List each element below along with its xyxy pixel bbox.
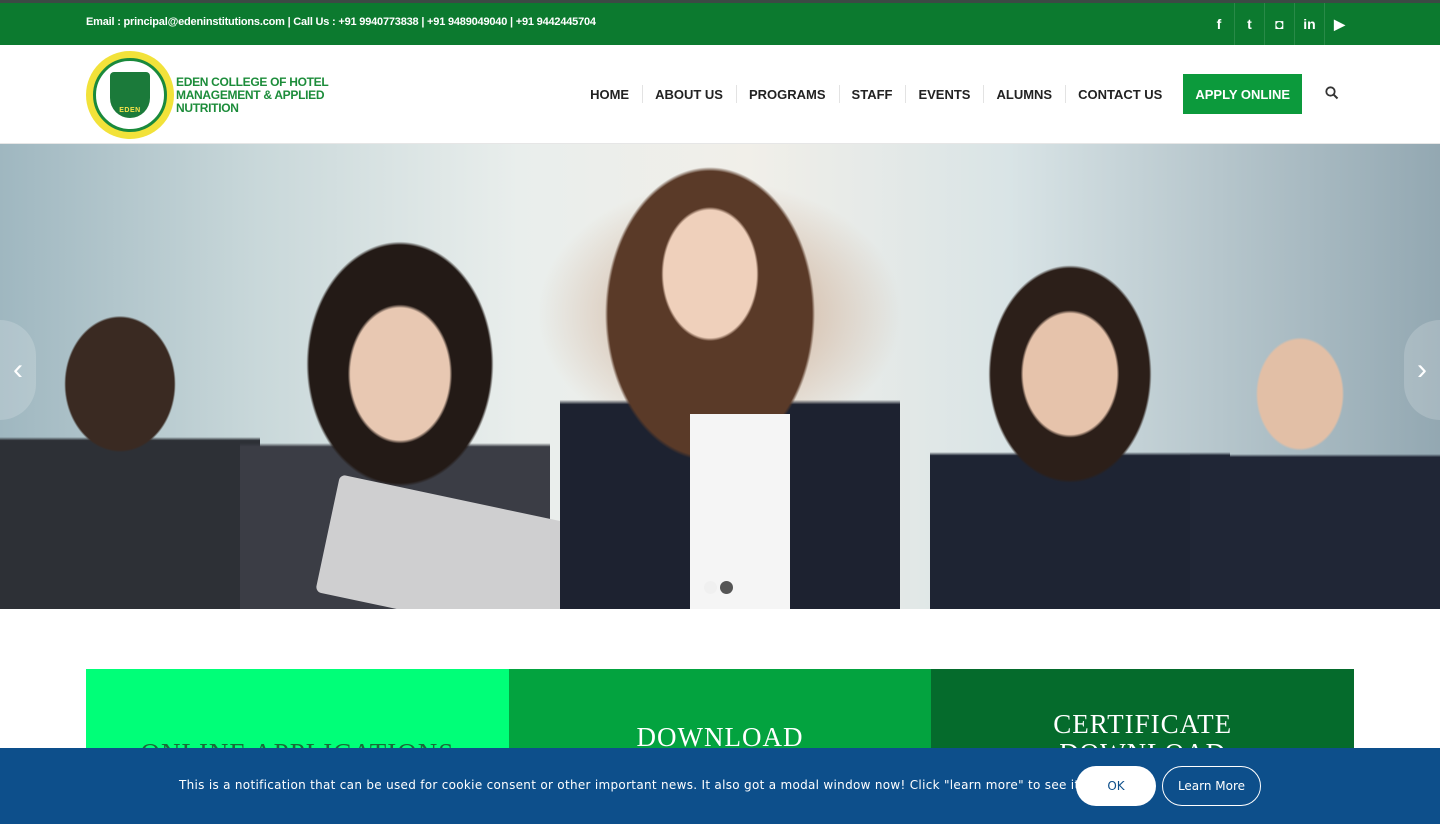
search-icon[interactable] (1324, 85, 1340, 101)
cookie-ok-button[interactable]: OK (1076, 766, 1156, 806)
cookie-message: This is a notification that can be used … (179, 778, 1085, 792)
logo-line-2: MANAGEMENT & APPLIED NUTRITION (176, 87, 325, 115)
logo-line-1: EDEN COLLEGE OF HOTEL (176, 74, 329, 89)
top-bar: Email : principal@edeninstitutions.com |… (0, 0, 1440, 45)
contact-info: Email : principal@edeninstitutions.com |… (86, 16, 596, 28)
instagram-icon[interactable]: ◘ (1264, 3, 1294, 45)
linkedin-icon[interactable]: in (1294, 3, 1324, 45)
social-links: f t ◘ in ▶ (1204, 3, 1354, 45)
nav-alumns[interactable]: ALUMNS (983, 74, 1065, 114)
nav-contact-us[interactable]: CONTACT US (1065, 74, 1175, 114)
youtube-icon[interactable]: ▶ (1324, 3, 1354, 45)
nav-home[interactable]: HOME (577, 74, 642, 114)
nav-programs[interactable]: PROGRAMS (735, 74, 839, 114)
nav-about-us[interactable]: ABOUT US (642, 74, 736, 114)
logo-badge: EDEN (119, 107, 141, 114)
apply-online-button[interactable]: APPLY ONLINE (1183, 74, 1302, 114)
logo-text: EDEN COLLEGE OF HOTEL MANAGEMENT & APPLI… (176, 74, 386, 115)
slider-dot-1[interactable] (704, 581, 717, 594)
twitter-icon[interactable]: t (1234, 3, 1264, 45)
site-logo[interactable]: EDEN EDEN COLLEGE OF HOTEL MANAGEMENT & … (86, 48, 386, 142)
nav-staff[interactable]: STAFF (838, 74, 906, 114)
cookie-notice-bar: This is a notification that can be used … (0, 748, 1440, 824)
slider-dot-2[interactable] (720, 581, 733, 594)
cookie-learn-more-button[interactable]: Learn More (1162, 766, 1261, 806)
hero-slider: ‹ › (0, 144, 1440, 609)
nav-events[interactable]: EVENTS (905, 74, 983, 114)
site-header: EDEN EDEN COLLEGE OF HOTEL MANAGEMENT & … (0, 45, 1440, 144)
main-nav: HOME ABOUT US PROGRAMS STAFF EVENTS ALUM… (577, 74, 1302, 114)
facebook-icon[interactable]: f (1204, 3, 1234, 45)
college-seal-icon: EDEN (86, 51, 174, 139)
slider-pagination (704, 581, 733, 594)
